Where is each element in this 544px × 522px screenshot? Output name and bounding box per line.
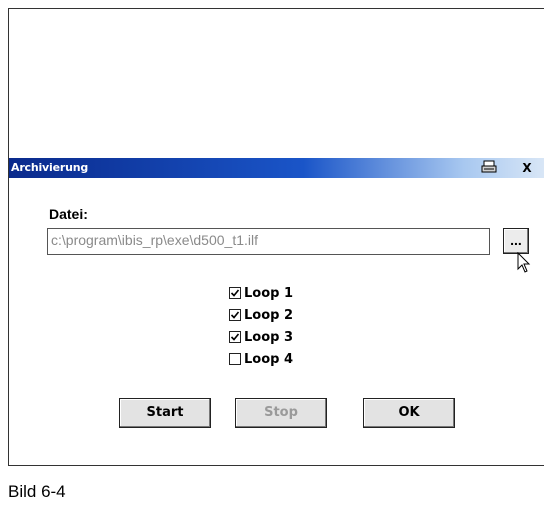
checkbox-unchecked-icon[interactable]: [229, 353, 241, 365]
loop-label: Loop 1: [244, 285, 294, 301]
loop-4-checkbox[interactable]: Loop 4: [229, 348, 293, 370]
stop-button[interactable]: Stop: [235, 398, 327, 428]
loop-1-checkbox[interactable]: Loop 1: [229, 282, 293, 304]
ok-button[interactable]: OK: [363, 398, 455, 428]
start-button[interactable]: Start: [119, 398, 211, 428]
title-bar[interactable]: Archivierung X: [9, 158, 544, 178]
browse-button[interactable]: ...: [503, 228, 529, 254]
close-icon[interactable]: X: [517, 160, 537, 176]
loop-2-checkbox[interactable]: Loop 2: [229, 304, 293, 326]
file-label: Datei:: [49, 206, 88, 222]
dialog-title: Archivierung: [11, 161, 89, 174]
checkbox-checked-icon[interactable]: [229, 331, 241, 343]
loop-label: Loop 2: [244, 307, 294, 323]
checkbox-checked-icon[interactable]: [229, 287, 241, 299]
archivierung-dialog: Archivierung X Datei: c:\program\ibis_rp…: [9, 158, 544, 465]
print-icon[interactable]: [479, 160, 499, 176]
file-path-field[interactable]: c:\program\ibis_rp\exe\d500_t1.ilf: [47, 228, 490, 255]
cursor-icon: [517, 251, 533, 279]
loop-checkbox-group: Loop 1 Loop 2 Loop 3 Loop 4: [229, 282, 293, 370]
figure-caption: Bild 6-4: [8, 482, 66, 501]
loop-3-checkbox[interactable]: Loop 3: [229, 326, 293, 348]
loop-label: Loop 4: [244, 351, 294, 367]
checkbox-checked-icon[interactable]: [229, 309, 241, 321]
loop-label: Loop 3: [244, 329, 294, 345]
